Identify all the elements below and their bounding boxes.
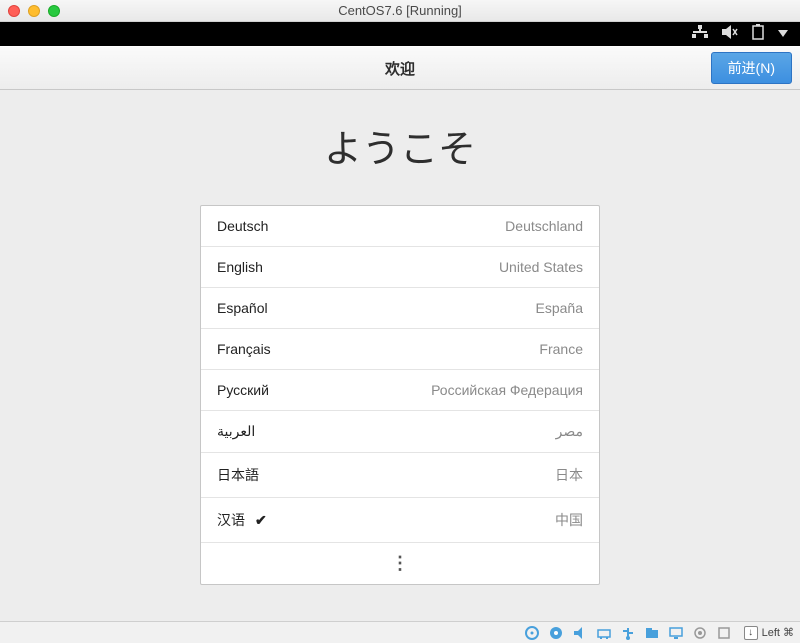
language-row[interactable]: 汉语✔ 中国 xyxy=(201,498,599,543)
audio-icon[interactable] xyxy=(572,625,588,641)
network-icon[interactable] xyxy=(692,25,708,44)
language-row[interactable]: العربية مصر xyxy=(201,411,599,453)
language-row[interactable]: Français France xyxy=(201,329,599,370)
shared-folders-icon[interactable] xyxy=(644,625,660,641)
display-icon[interactable] xyxy=(668,625,684,641)
virtualbox-status-bar: ↓ Left ⌘ xyxy=(0,621,800,643)
arrow-down-icon: ↓ xyxy=(744,626,758,640)
usb-icon[interactable] xyxy=(620,625,636,641)
more-languages-button[interactable]: ⋮ xyxy=(201,543,599,584)
language-row[interactable]: Deutsch Deutschland xyxy=(201,206,599,247)
language-region: 日本 xyxy=(555,465,583,485)
page-title: 欢迎 xyxy=(0,58,800,79)
guest-top-panel xyxy=(0,22,800,46)
macos-titlebar: CentOS7.6 [Running] xyxy=(0,0,800,22)
network-adapter-icon[interactable] xyxy=(596,625,612,641)
gnome-header-bar: 欢迎 前进(N) xyxy=(0,46,800,90)
language-row[interactable]: 日本語 日本 xyxy=(201,453,599,498)
hard-disk-icon[interactable] xyxy=(524,625,540,641)
welcome-heading: ようこそ xyxy=(324,118,476,173)
check-icon: ✔ xyxy=(255,512,267,529)
language-name: Русский xyxy=(217,382,269,398)
language-row[interactable]: Español España xyxy=(201,288,599,329)
host-key-label: Left ⌘ xyxy=(762,626,794,639)
window-title: CentOS7.6 [Running] xyxy=(0,3,800,18)
language-region: مصر xyxy=(556,423,583,440)
language-list: Deutsch Deutschland English United States Es… xyxy=(200,205,600,585)
language-region: 中国 xyxy=(555,510,583,530)
volume-muted-icon[interactable] xyxy=(722,25,738,44)
language-region: España xyxy=(536,300,583,316)
language-region: Российская Федерация xyxy=(431,382,583,398)
recording-icon[interactable] xyxy=(692,625,708,641)
language-region: France xyxy=(539,341,583,357)
language-name: Français xyxy=(217,341,271,357)
language-name: 汉语✔ xyxy=(217,510,267,530)
language-name: العربية xyxy=(217,423,255,440)
language-name: Español xyxy=(217,300,268,316)
battery-icon[interactable] xyxy=(752,24,764,45)
language-region: United States xyxy=(499,259,583,275)
language-row[interactable]: English United States xyxy=(201,247,599,288)
language-region: Deutschland xyxy=(505,218,583,234)
host-key-indicator[interactable]: ↓ Left ⌘ xyxy=(744,626,794,640)
setup-content: ようこそ Deutsch Deutschland English United Sta… xyxy=(0,90,800,621)
language-row[interactable]: Русский Российская Федерация xyxy=(201,370,599,411)
language-name: 日本語 xyxy=(217,465,259,485)
language-name: English xyxy=(217,259,263,275)
guest-additions-icon[interactable] xyxy=(716,625,732,641)
ellipsis-vertical-icon: ⋮ xyxy=(391,553,409,573)
language-name: Deutsch xyxy=(217,218,268,234)
optical-drive-icon[interactable] xyxy=(548,625,564,641)
power-menu-icon[interactable] xyxy=(778,25,788,43)
